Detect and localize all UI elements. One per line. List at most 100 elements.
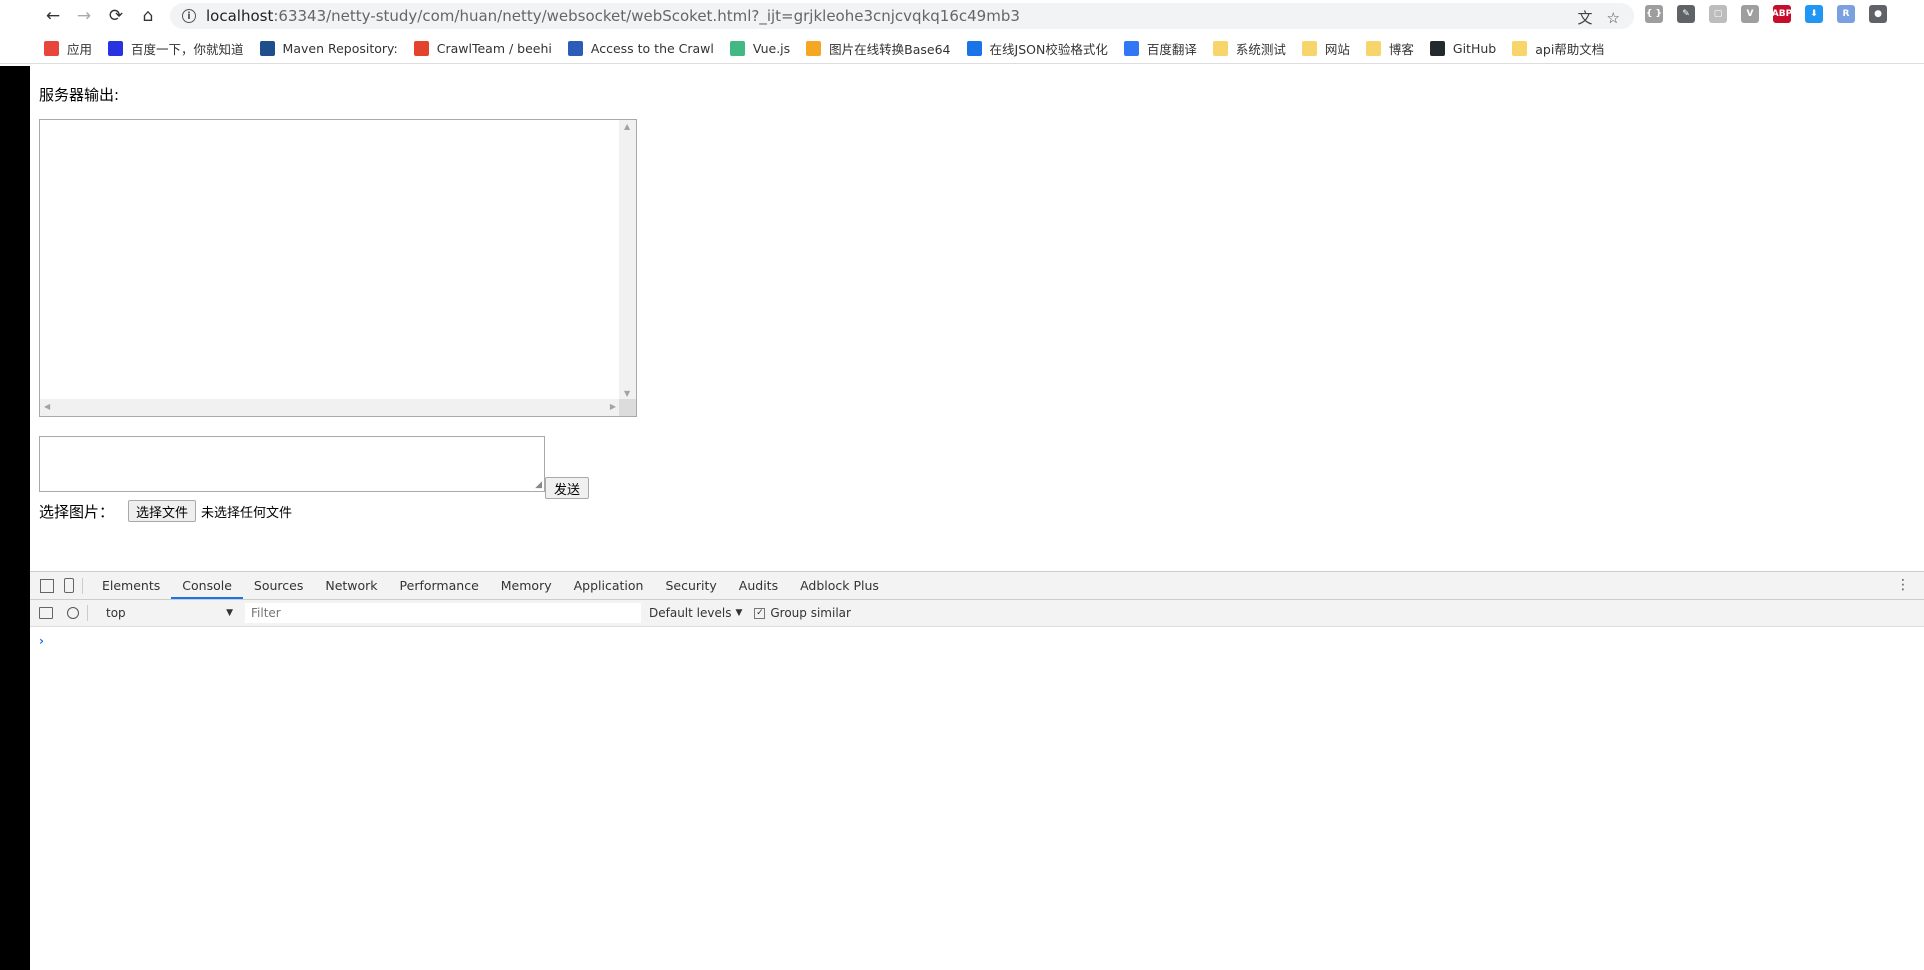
ext-grey-icon[interactable]: ▢ <box>1709 5 1727 23</box>
tab-elements[interactable]: Elements <box>91 572 171 599</box>
choose-file-button[interactable]: 选择文件 <box>128 500 197 522</box>
log-levels-dropdown[interactable]: Default levels ▼ <box>649 606 742 620</box>
browser-toolbar: ← → ⟳ ⌂ i localhost:63343/netty-study/co… <box>0 0 1924 32</box>
scroll-down-icon[interactable]: ▼ <box>624 389 630 398</box>
console-filter-input[interactable] <box>245 603 641 623</box>
vertical-scrollbar[interactable]: ▲ ▼ <box>619 120 636 400</box>
context-selector[interactable]: top ▼ <box>102 603 237 623</box>
bookmark-label: 百度一下，你就知道 <box>131 42 244 57</box>
tab-network[interactable]: Network <box>314 572 388 599</box>
download-ext-icon[interactable]: ⬇ <box>1805 5 1823 23</box>
tab-audits[interactable]: Audits <box>728 572 789 599</box>
tab-security[interactable]: Security <box>654 572 727 599</box>
folder-icon <box>1212 41 1228 56</box>
profile-icon[interactable]: ● <box>1869 5 1887 23</box>
file-status-text: 未选择任何文件 <box>201 505 293 521</box>
send-button[interactable]: 发送 <box>545 477 589 499</box>
group-similar-option[interactable]: ✓ Group similar <box>754 606 851 620</box>
bookmark-label: 博客 <box>1388 42 1414 57</box>
bookmark-label: 在线JSON校验格式化 <box>989 42 1108 57</box>
log-levels-label: Default levels <box>649 606 732 620</box>
github-icon <box>1429 41 1445 56</box>
console-output[interactable] <box>30 627 1924 970</box>
translate-icon <box>1123 41 1139 56</box>
tab-memory[interactable]: Memory <box>490 572 563 599</box>
bookmark-systest[interactable]: 系统测试 <box>1212 39 1286 58</box>
page-content: 服务器输出: ▲ ▼ ◀ ▶ ◢ 发送 选择图片： 选择文件 未选择任何文件 <box>30 66 1924 571</box>
choose-image-label: 选择图片： <box>39 502 115 521</box>
bookmark-json[interactable]: 在线JSON校验格式化 <box>966 39 1108 58</box>
extensions-bar: { } ✎ ▢ V ABP ⬇ R ● <box>1645 5 1887 23</box>
bookmark-label: 网站 <box>1324 42 1350 57</box>
site-info-icon[interactable]: i <box>182 9 196 23</box>
scroll-right-icon[interactable]: ▶ <box>610 402 616 411</box>
ext-blue-icon[interactable]: R <box>1837 5 1855 23</box>
bookmark-baidu[interactable]: 百度一下，你就知道 <box>108 39 244 58</box>
tab-application[interactable]: Application <box>563 572 655 599</box>
bookmark-api-docs[interactable]: api帮助文档 <box>1512 39 1604 58</box>
back-button[interactable]: ← <box>40 4 66 28</box>
home-icon: ⌂ <box>142 6 154 26</box>
translate-page-icon[interactable]: 文 <box>1578 7 1593 28</box>
bookmark-label: api帮助文档 <box>1535 42 1605 57</box>
url-text[interactable]: localhost:63343/netty-study/com/huan/net… <box>206 7 1020 25</box>
group-similar-label: Group similar <box>770 606 851 620</box>
image-icon <box>806 41 822 56</box>
vue-icon <box>729 41 745 56</box>
bookmark-label: 图片在线转换Base64 <box>829 42 951 57</box>
bookmark-translate[interactable]: 百度翻译 <box>1123 39 1197 58</box>
forward-button[interactable]: → <box>71 4 97 28</box>
bookmark-star-icon[interactable]: ☆ <box>1607 9 1620 27</box>
dropdown-triangle-icon: ▼ <box>226 608 233 618</box>
bookmark-apps[interactable]: 应用 <box>44 39 92 58</box>
scrollbar-corner <box>619 399 636 416</box>
bookmark-crawlteam[interactable]: CrawlTeam / beehi <box>413 41 552 56</box>
back-arrow-icon: ← <box>45 6 61 26</box>
console-sidebar-icon[interactable] <box>39 607 53 619</box>
scroll-left-icon[interactable]: ◀ <box>44 402 50 411</box>
vue-devtools-icon[interactable]: V <box>1741 5 1759 23</box>
adblock-plus-icon[interactable]: ABP <box>1772 5 1792 23</box>
tab-sources[interactable]: Sources <box>243 572 314 599</box>
bookmark-access[interactable]: Access to the Crawl <box>567 41 714 56</box>
tab-adblock-plus[interactable]: Adblock Plus <box>789 572 890 599</box>
bookmark-label: 系统测试 <box>1235 42 1286 57</box>
console-prompt-icon[interactable]: › <box>39 634 44 648</box>
url-path: :63343/netty-study/com/huan/netty/websoc… <box>273 7 1020 25</box>
url-host: localhost <box>206 7 274 25</box>
message-input[interactable]: ◢ <box>39 436 545 492</box>
bookmarks-bar: 应用 百度一下，你就知道 Maven Repository: CrawlTeam / … <box>0 34 1924 64</box>
reload-button[interactable]: ⟳ <box>103 4 129 28</box>
inspect-element-icon[interactable] <box>40 578 54 593</box>
bookmark-github[interactable]: GitHub <box>1429 41 1497 56</box>
bookmark-label: 百度翻译 <box>1146 42 1197 57</box>
devtools-tabbar: Elements Console Sources Network Performance… <box>30 572 1924 600</box>
resize-grip-icon[interactable]: ◢ <box>535 480 542 490</box>
folder-icon <box>1512 41 1528 56</box>
address-bar[interactable]: i localhost:63343/netty-study/com/huan/n… <box>170 3 1634 29</box>
group-similar-checkbox[interactable]: ✓ <box>754 607 766 619</box>
bookmark-label: Access to the Crawl <box>590 41 714 56</box>
gitlab-icon <box>413 41 429 56</box>
folder-icon <box>1301 41 1317 56</box>
ext-braces-icon[interactable]: { } <box>1645 5 1663 23</box>
bookmark-blog[interactable]: 博客 <box>1365 39 1414 58</box>
tab-console[interactable]: Console <box>171 572 243 599</box>
clear-console-icon[interactable] <box>67 607 79 619</box>
eyedropper-icon[interactable]: ✎ <box>1677 5 1695 23</box>
left-black-strip <box>0 66 30 969</box>
device-toolbar-icon[interactable] <box>64 578 74 593</box>
server-output-textarea[interactable]: ▲ ▼ ◀ ▶ <box>39 119 637 417</box>
bookmark-maven[interactable]: Maven Repository: <box>259 41 398 56</box>
bookmark-base64[interactable]: 图片在线转换Base64 <box>806 39 951 58</box>
bookmark-label: Vue.js <box>752 41 791 56</box>
devtools-menu-icon[interactable]: ⋮ <box>1896 577 1910 593</box>
bookmark-label: GitHub <box>1452 41 1497 56</box>
scroll-up-icon[interactable]: ▲ <box>624 122 630 131</box>
tab-performance[interactable]: Performance <box>389 572 490 599</box>
horizontal-scrollbar[interactable]: ◀ ▶ <box>40 399 620 416</box>
bookmark-website[interactable]: 网站 <box>1301 39 1350 58</box>
home-button[interactable]: ⌂ <box>135 4 161 28</box>
bookmark-vuejs[interactable]: Vue.js <box>729 41 791 56</box>
toolbar-divider <box>82 577 83 594</box>
